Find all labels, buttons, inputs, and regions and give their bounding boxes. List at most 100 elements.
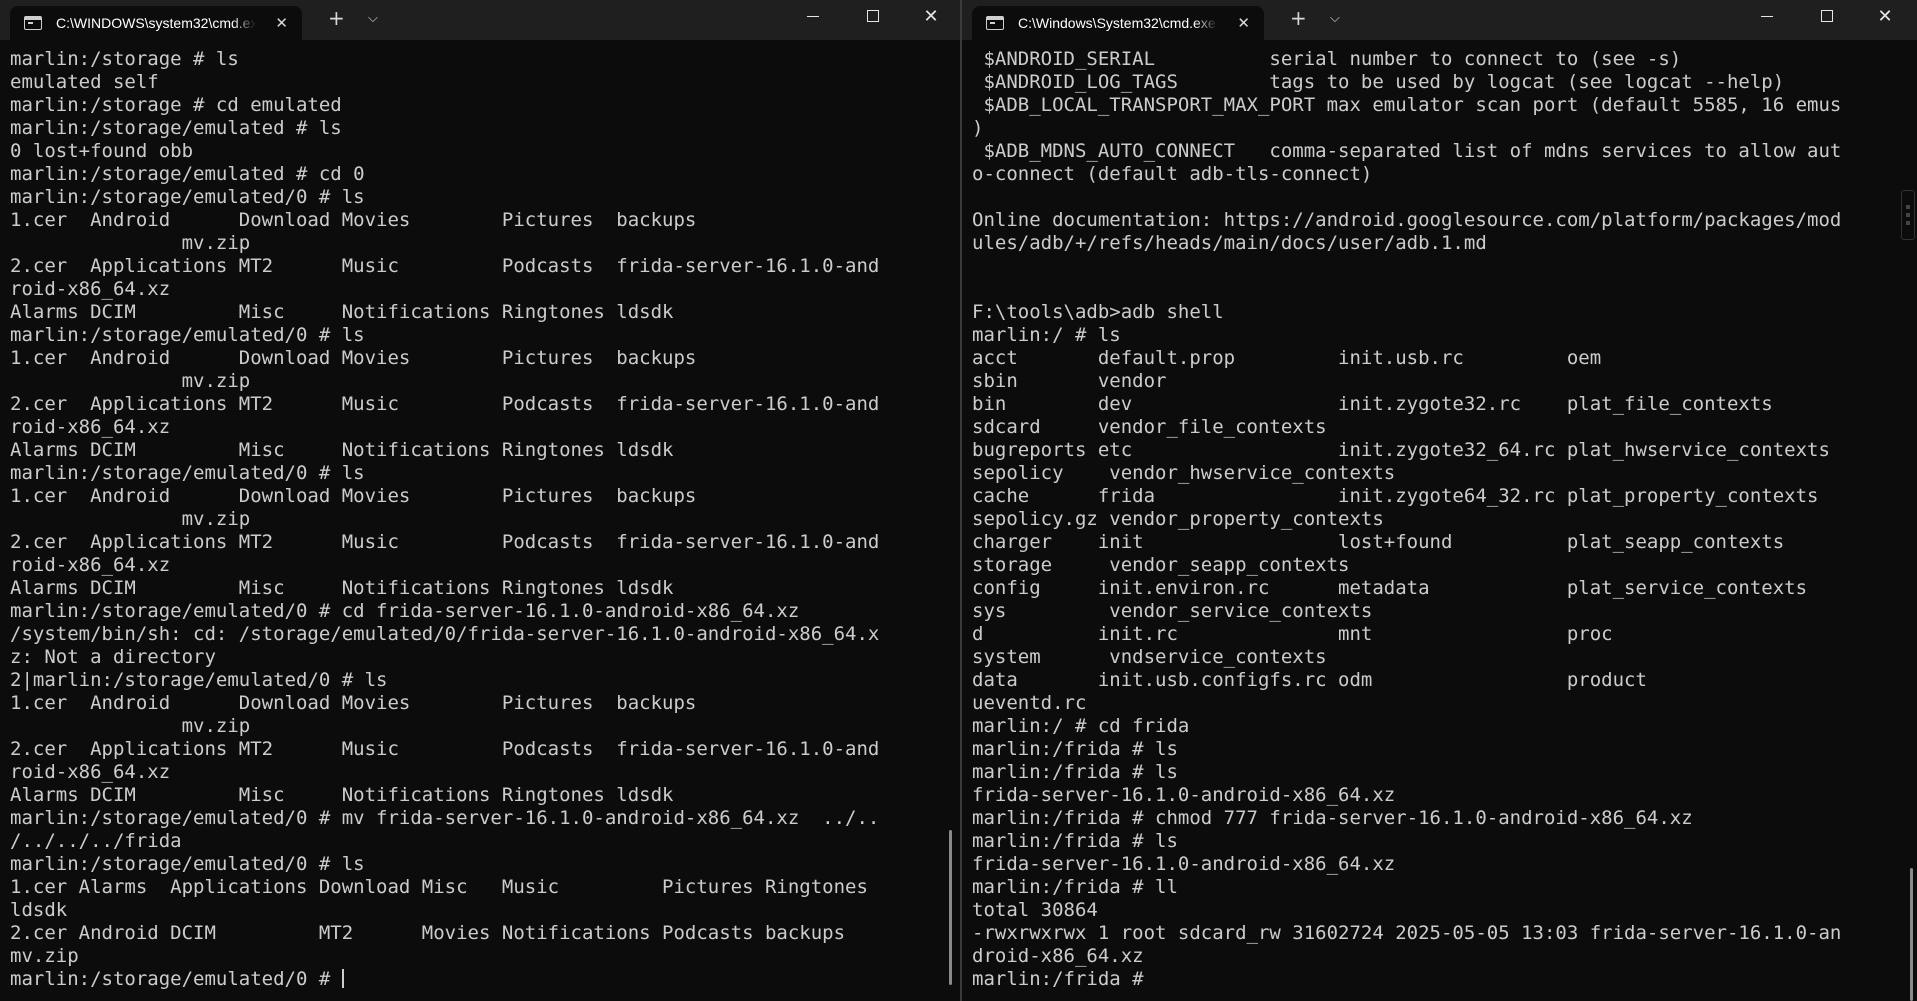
tab-title: C:\Windows\System32\cmd.exe (1018, 15, 1216, 31)
terminal-window-left: C:\WINDOWS\system32\cmd.exe ✕ + ⌵ ✕ marl… (0, 0, 960, 1001)
terminal-line: ueventd.rc (972, 692, 1087, 714)
terminal-line: F:\tools\adb>adb shell (972, 301, 1224, 323)
terminal-line: ) (972, 117, 984, 139)
terminal-line: bin dev init.zygote32.rc plat_file_conte… (972, 393, 1773, 415)
terminal-line: marlin:/frida # (972, 968, 1156, 990)
terminal-line: Alarms DCIM Misc Notifications Ringtones… (10, 439, 674, 461)
terminal-line: ules/adb/+/refs/heads/main/docs/user/adb… (972, 232, 1487, 254)
terminal-line: -rwxrwxrwx 1 root sdcard_rw 31602724 202… (972, 922, 1842, 944)
maximize-icon (867, 10, 879, 22)
terminal-line: sdcard vendor_file_contexts (972, 416, 1327, 438)
terminal-line: marlin:/frida # chmod 777 frida-server-1… (972, 807, 1693, 829)
terminal-icon (986, 16, 1004, 30)
terminal-line: marlin:/storage/emulated # cd 0 (10, 163, 365, 185)
terminal-line: 2.cer Android DCIM MT2 Movies Notificati… (10, 922, 846, 944)
terminal-line: droid-x86_64.xz (972, 945, 1144, 967)
title-bar[interactable]: C:\Windows\System32\cmd.exe ✕ + ⌵ ✕ (962, 0, 1917, 40)
scrollbar[interactable] (949, 830, 952, 985)
terminal-line: /system/bin/sh: cd: /storage/emulated/0/… (10, 623, 880, 645)
terminal-line: 2|marlin:/storage/emulated/0 # ls (10, 669, 388, 691)
tab-close-icon[interactable]: ✕ (275, 14, 288, 32)
terminal-line: mv.zip (10, 232, 251, 254)
tab-close-icon[interactable]: ✕ (1237, 14, 1250, 32)
terminal-line: marlin:/storage # ls (10, 48, 239, 70)
terminal-line: marlin:/ # cd frida (972, 715, 1190, 737)
terminal-line: marlin:/ # ls (972, 324, 1121, 346)
minimize-button[interactable] (784, 0, 842, 32)
terminal-line: 2.cer Applications MT2 Music Podcasts fr… (10, 738, 880, 760)
minimize-icon (1761, 15, 1773, 17)
terminal-line: mv.zip (10, 945, 79, 967)
terminal-line: sys vendor_service_contexts (972, 600, 1373, 622)
terminal-line: marlin:/storage/emulated/0 # ls (10, 853, 365, 875)
terminal-line: marlin:/frida # ll (972, 876, 1178, 898)
tab-cmd-left[interactable]: C:\WINDOWS\system32\cmd.exe ✕ (10, 6, 302, 40)
terminal-line: marlin:/storage/emulated # ls (10, 117, 342, 139)
terminal-line: 1.cer Android Download Movies Pictures b… (10, 692, 697, 714)
terminal-line: roid-x86_64.xz (10, 278, 171, 300)
terminal-line: system vndservice_contexts (972, 646, 1327, 668)
terminal-line: bugreports etc init.zygote32_64.rc plat_… (972, 439, 1830, 461)
terminal-line: o-connect (default adb-tls-connect) (972, 163, 1373, 185)
terminal-line: /../../../frida (10, 830, 182, 852)
terminal-line: storage vendor_seapp_contexts (972, 554, 1350, 576)
terminal-line: marlin:/storage/emulated/0 # ls (10, 186, 365, 208)
terminal-line: Alarms DCIM Misc Notifications Ringtones… (10, 784, 674, 806)
desktop: C:\WINDOWS\system32\cmd.exe ✕ + ⌵ ✕ marl… (0, 0, 1917, 1001)
terminal-icon (24, 16, 42, 30)
terminal-line: 2.cer Applications MT2 Music Podcasts fr… (10, 393, 880, 415)
terminal-line: $ANDROID_SERIAL serial number to connect… (972, 48, 1682, 70)
terminal-line: marlin:/storage/emulated/0 # mv frida-se… (10, 807, 880, 829)
tab-dropdown-icon[interactable]: ⌵ (368, 11, 378, 26)
maximize-icon (1821, 10, 1833, 22)
minimize-icon (807, 15, 819, 17)
close-window-button[interactable]: ✕ (902, 0, 960, 32)
tab-dropdown-icon[interactable]: ⌵ (1330, 11, 1340, 26)
terminal-line: mv.zip (10, 370, 251, 392)
terminal-line: roid-x86_64.xz (10, 554, 171, 576)
terminal-line: marlin:/frida # ls (972, 830, 1178, 852)
close-window-button[interactable]: ✕ (1856, 0, 1914, 32)
terminal-line: mv.zip (10, 715, 251, 737)
terminal-line: marlin:/storage/emulated/0 # ls (10, 324, 365, 346)
maximize-button[interactable] (1798, 0, 1856, 32)
terminal-line: sbin vendor (972, 370, 1167, 392)
terminal-line: data init.usb.configfs.rc odm product (972, 669, 1647, 691)
terminal-line: ldsdk (10, 899, 68, 921)
close-icon: ✕ (923, 5, 939, 27)
terminal-line: sepolicy vendor_hwservice_contexts (972, 462, 1396, 484)
terminal-output[interactable]: marlin:/storage # ls emulated self marlin:… (10, 48, 942, 1001)
scrollbar[interactable] (1910, 868, 1913, 1001)
title-bar[interactable]: C:\WINDOWS\system32\cmd.exe ✕ + ⌵ ✕ (0, 0, 960, 40)
terminal-line: mv.zip (10, 508, 251, 530)
prompt-line[interactable]: marlin:/storage/emulated/0 # (10, 968, 942, 991)
terminal-line: d init.rc mnt proc (972, 623, 1613, 645)
terminal-line: emulated self (10, 71, 159, 93)
new-tab-button[interactable]: + (1290, 6, 1307, 30)
scroll-grip-icon[interactable] (1901, 190, 1915, 240)
terminal-line: sepolicy.gz vendor_property_contexts (972, 508, 1384, 530)
terminal-line: frida-server-16.1.0-android-x86_64.xz (972, 853, 1396, 875)
terminal-line: $ADB_LOCAL_TRANSPORT_MAX_PORT max emulat… (972, 94, 1842, 116)
text-cursor (341, 969, 344, 988)
new-tab-button[interactable]: + (328, 6, 345, 30)
prompt-text: marlin:/storage/emulated/0 # (10, 968, 342, 990)
terminal-line: 2.cer Applications MT2 Music Podcasts fr… (10, 531, 880, 553)
terminal-line: total 30864 (972, 899, 1098, 921)
terminal-line: 1.cer Android Download Movies Pictures b… (10, 209, 697, 231)
maximize-button[interactable] (844, 0, 902, 32)
tab-cmd-right[interactable]: C:\Windows\System32\cmd.exe ✕ (972, 6, 1264, 40)
terminal-output[interactable]: $ANDROID_SERIAL serial number to connect… (972, 48, 1899, 1001)
terminal-line: Alarms DCIM Misc Notifications Ringtones… (10, 577, 674, 599)
terminal-line: marlin:/frida # ls (972, 738, 1178, 760)
terminal-line: 0 lost+found obb (10, 140, 194, 162)
terminal-line: roid-x86_64.xz (10, 416, 171, 438)
minimize-button[interactable] (1738, 0, 1796, 32)
terminal-line: marlin:/storage/emulated/0 # ls (10, 462, 365, 484)
terminal-line: 1.cer Alarms Applications Download Misc … (10, 876, 868, 898)
terminal-line: marlin:/frida # ls (972, 761, 1178, 783)
tab-title: C:\WINDOWS\system32\cmd.exe (56, 15, 256, 31)
terminal-line: cache frida init.zygote64_32.rc plat_pro… (972, 485, 1819, 507)
